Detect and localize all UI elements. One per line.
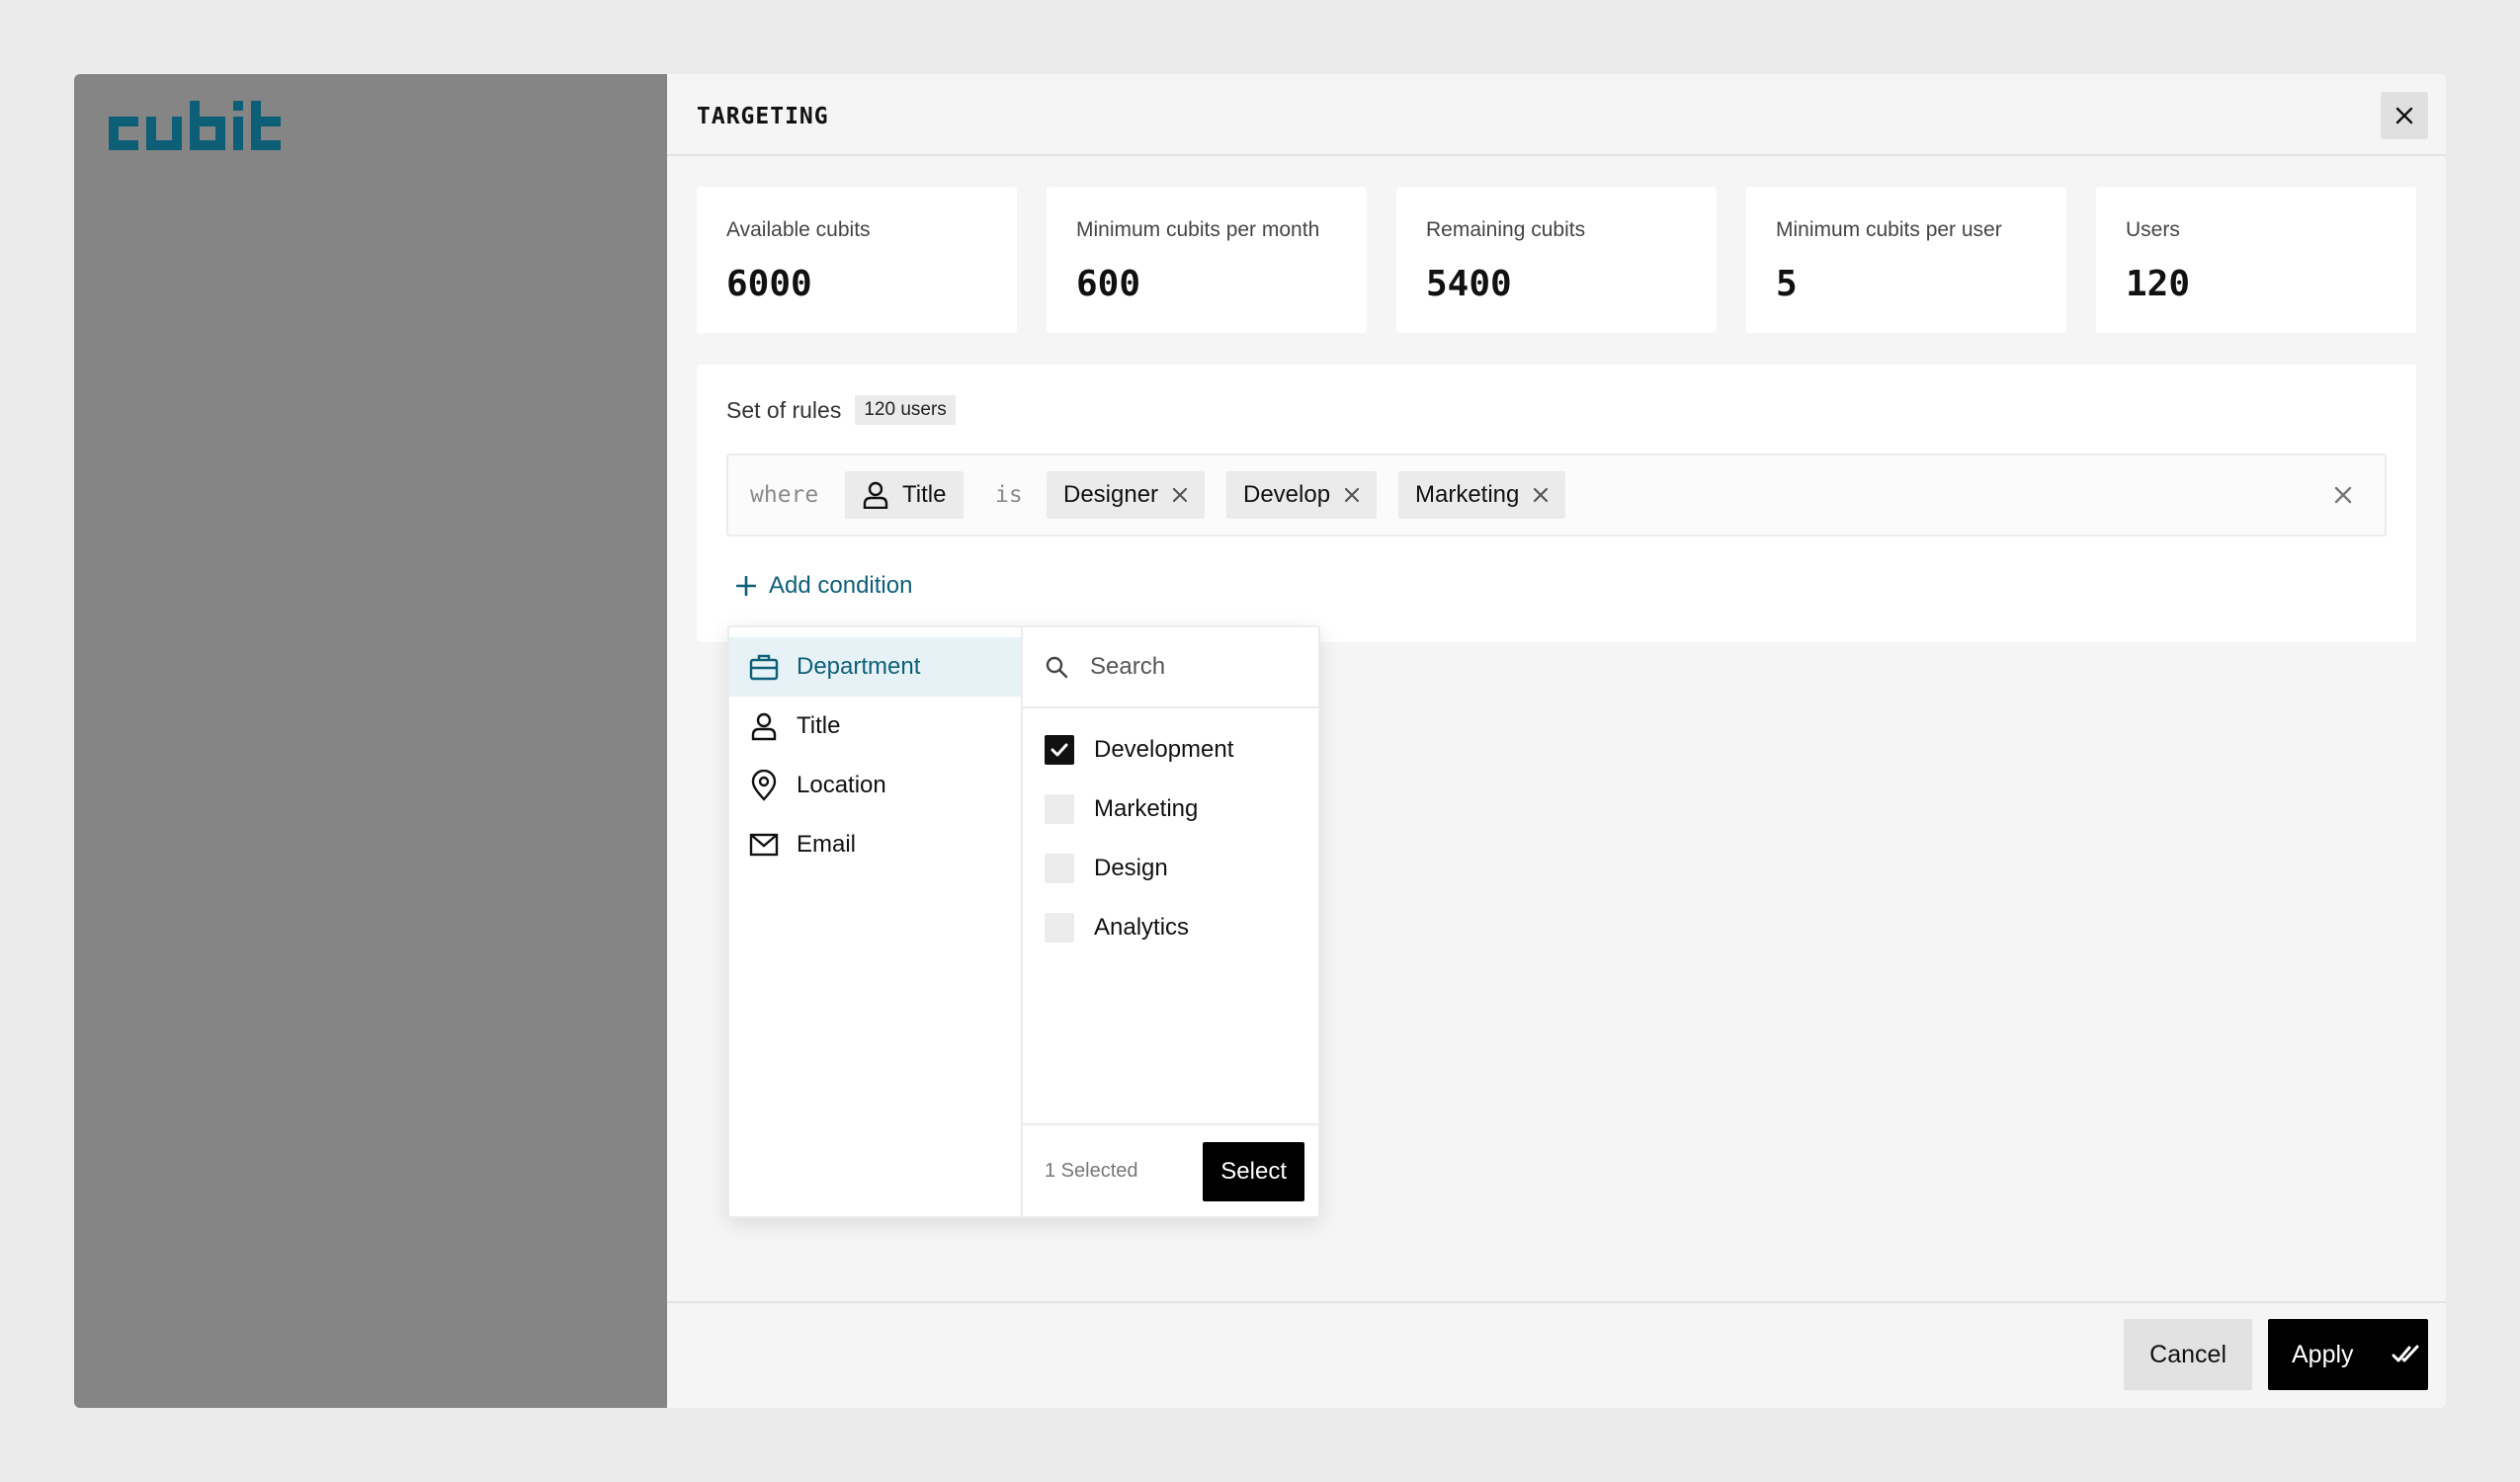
remove-icon[interactable]	[1533, 487, 1549, 503]
location-pin-icon	[751, 770, 777, 801]
checkbox-checked[interactable]	[1045, 735, 1074, 765]
close-button[interactable]	[2381, 92, 2428, 139]
stat-label: Minimum cubits per month	[1076, 218, 1320, 241]
option-label: Design	[1094, 855, 1168, 881]
value-chip-marketing: Marketing	[1398, 471, 1566, 519]
dropdown-footer: 1 Selected Select	[1023, 1123, 1320, 1216]
remove-icon[interactable]	[1172, 487, 1188, 503]
targeting-panel: TARGETING Available cubits 6000 Minimum …	[667, 74, 2446, 1408]
filter-dropdown: Department Title Location Email Search D…	[727, 625, 1320, 1218]
stat-value: 120	[2126, 264, 2191, 304]
selected-count: 1 Selected	[1045, 1160, 1138, 1182]
field-chip-title[interactable]: Title	[845, 471, 965, 519]
apply-button[interactable]: Apply	[2268, 1319, 2428, 1390]
condition-row: where Title is Designer Develop Marketin…	[726, 453, 2387, 536]
checkbox[interactable]	[1045, 913, 1074, 943]
rules-header: Set of rules 120 users	[726, 395, 956, 425]
search-input[interactable]	[1090, 653, 1307, 681]
page-title: TARGETING	[697, 104, 829, 129]
category-department[interactable]: Department	[729, 637, 1021, 697]
option-panel: Development Marketing Design Analytics 1…	[1023, 627, 1320, 1216]
keyword-where: where	[750, 482, 819, 508]
stat-label: Minimum cubits per user	[1776, 218, 2002, 241]
briefcase-icon	[749, 654, 779, 681]
value-label: Marketing	[1415, 481, 1520, 508]
option-design[interactable]: Design	[1045, 849, 1168, 888]
stat-value: 5400	[1426, 264, 1512, 304]
option-label: Development	[1094, 736, 1234, 763]
close-icon	[2395, 107, 2413, 124]
checkmark-icon	[1050, 743, 1068, 757]
category-label: Location	[797, 772, 886, 798]
value-label: Develop	[1243, 481, 1331, 508]
value-label: Designer	[1063, 481, 1159, 508]
clear-condition-icon[interactable]	[2331, 483, 2355, 507]
field-label: Title	[902, 481, 947, 508]
stat-card-min-cubits-month: Minimum cubits per month 600	[1047, 187, 1367, 333]
option-development[interactable]: Development	[1045, 730, 1233, 770]
cubit-logo	[109, 99, 292, 155]
category-label: Email	[797, 831, 857, 858]
stats-row: Available cubits 6000 Minimum cubits per…	[697, 187, 2416, 333]
person-icon	[863, 481, 888, 509]
rules-title: Set of rules	[726, 396, 842, 423]
value-chip-designer: Designer	[1047, 471, 1206, 519]
cancel-button[interactable]: Cancel	[2124, 1319, 2252, 1390]
add-condition-label: Add condition	[769, 572, 913, 599]
option-label: Analytics	[1094, 914, 1190, 941]
left-panel	[74, 74, 667, 1408]
category-list: Department Title Location Email	[729, 627, 1023, 1216]
stat-card-available-cubits: Available cubits 6000	[697, 187, 1017, 333]
search-box	[1023, 627, 1320, 708]
plus-icon	[736, 576, 756, 596]
stat-label: Users	[2126, 218, 2180, 241]
targeting-window: TARGETING Available cubits 6000 Minimum …	[74, 74, 2446, 1408]
stat-card-users: Users 120	[2096, 187, 2416, 333]
panel-header: TARGETING	[667, 74, 2446, 156]
search-icon	[1046, 656, 1068, 679]
stat-value: 600	[1076, 264, 1141, 304]
category-label: Department	[797, 653, 921, 680]
option-analytics[interactable]: Analytics	[1045, 908, 1189, 947]
person-icon	[751, 712, 777, 741]
stat-label: Available cubits	[726, 218, 871, 241]
double-check-icon	[2392, 1345, 2419, 1362]
stat-value: 6000	[726, 264, 812, 304]
value-chip-develop: Develop	[1226, 471, 1378, 519]
stat-label: Remaining cubits	[1426, 218, 1586, 241]
category-location[interactable]: Location	[729, 756, 1021, 815]
checkbox[interactable]	[1045, 794, 1074, 824]
category-label: Title	[797, 712, 841, 739]
select-button[interactable]: Select	[1203, 1142, 1304, 1201]
category-title[interactable]: Title	[729, 697, 1021, 756]
add-condition-button[interactable]: Add condition	[736, 572, 912, 600]
envelope-icon	[749, 833, 779, 857]
remove-icon[interactable]	[1344, 487, 1360, 503]
stat-value: 5	[1776, 264, 1798, 304]
stat-card-remaining-cubits: Remaining cubits 5400	[1396, 187, 1717, 333]
panel-footer: Cancel Apply	[667, 1301, 2446, 1408]
keyword-is: is	[995, 482, 1023, 508]
apply-label: Apply	[2292, 1340, 2354, 1368]
rules-section: Set of rules 120 users where Title is De…	[697, 365, 2416, 642]
checkbox[interactable]	[1045, 854, 1074, 883]
option-label: Marketing	[1094, 795, 1199, 822]
users-count-badge: 120 users	[855, 395, 956, 425]
stat-card-min-cubits-user: Minimum cubits per user 5	[1746, 187, 2066, 333]
category-email[interactable]: Email	[729, 815, 1021, 874]
option-marketing[interactable]: Marketing	[1045, 789, 1198, 829]
